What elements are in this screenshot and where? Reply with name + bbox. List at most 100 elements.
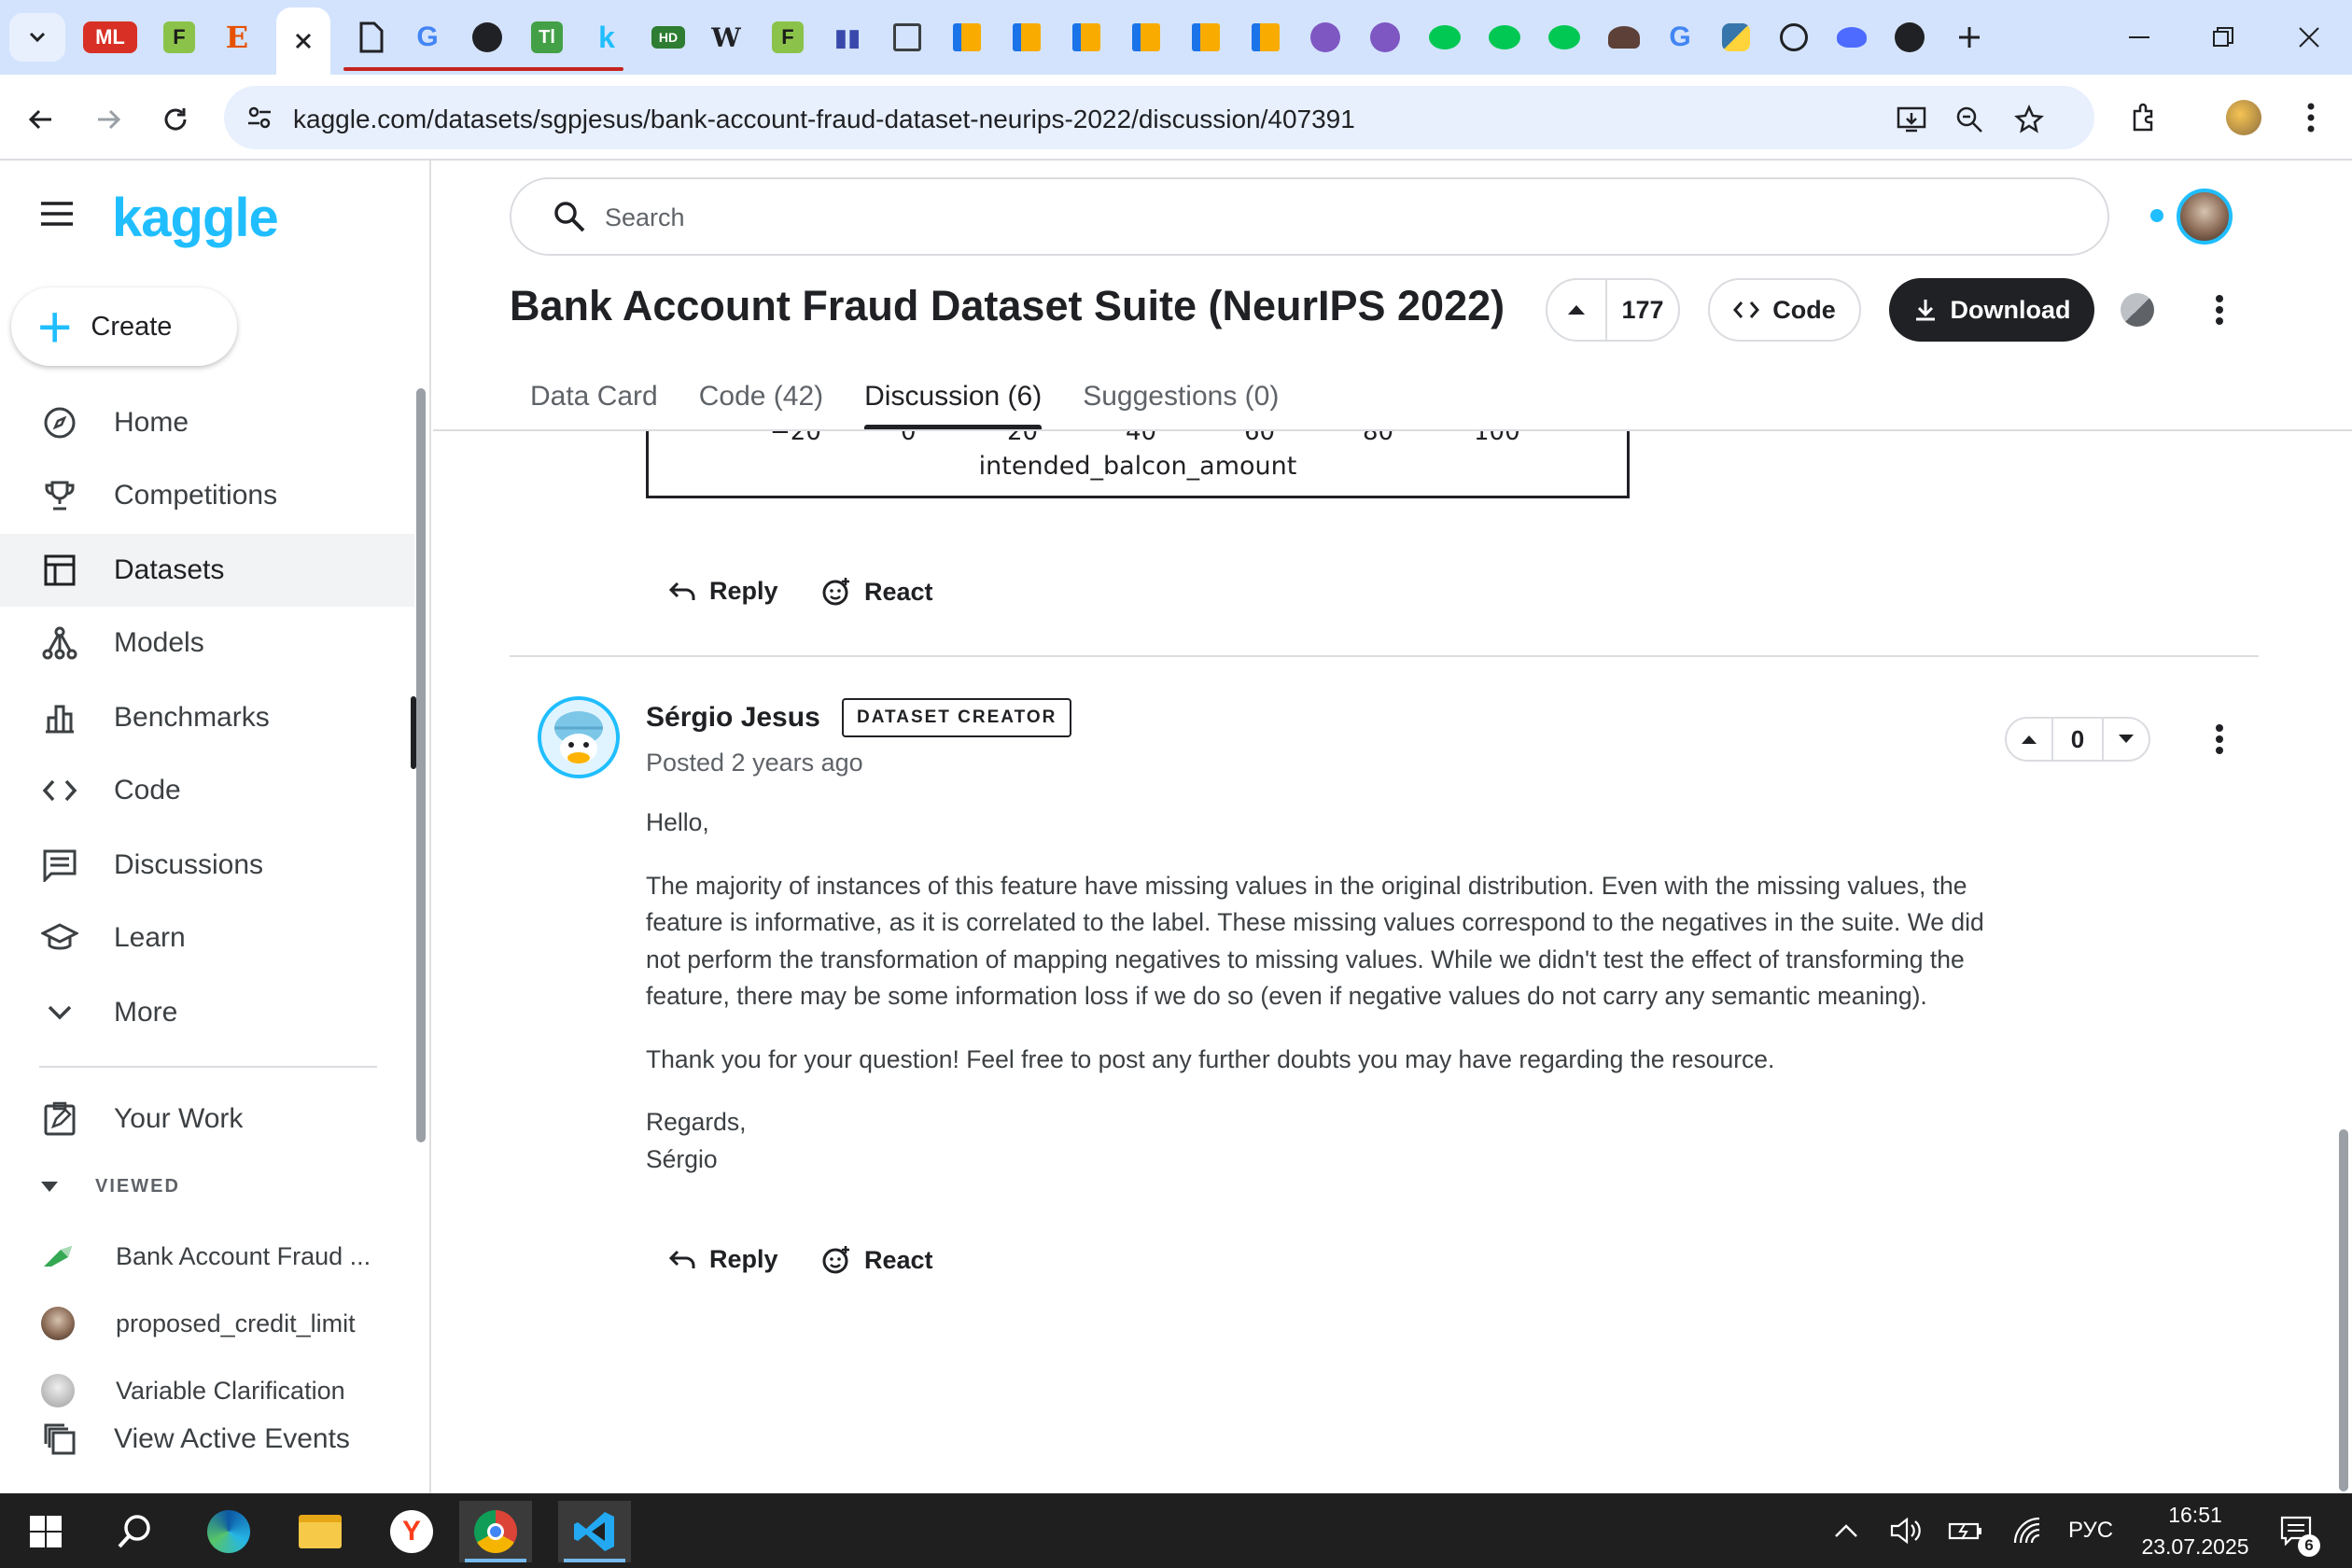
tab-favicon-f-green-2[interactable]: F xyxy=(767,17,808,58)
tab-favicon-whale[interactable] xyxy=(1831,17,1872,58)
tab-code[interactable]: Code (42) xyxy=(679,364,844,429)
nav-item-benchmarks[interactable]: Benchmarks xyxy=(0,681,414,754)
tab-favicon-chart-5[interactable] xyxy=(1185,17,1226,58)
comment-more-menu-button[interactable] xyxy=(2201,719,2238,760)
tab-suggestions[interactable]: Suggestions (0) xyxy=(1062,364,1299,429)
comment-author-name[interactable]: Sérgio Jesus xyxy=(646,702,820,734)
tab-favicon-chart-3[interactable] xyxy=(1066,17,1107,58)
kaggle-logo[interactable]: kaggle xyxy=(112,187,279,249)
nav-item-home[interactable]: Home xyxy=(0,386,414,459)
tab-favicon-chart-2[interactable] xyxy=(1006,17,1047,58)
menu-toggle-button[interactable] xyxy=(41,202,73,231)
input-language-indicator[interactable]: РУС xyxy=(2063,1512,2119,1549)
viewed-item-variable-clarification[interactable]: Variable Clarification xyxy=(41,1368,345,1413)
extensions-icon[interactable] xyxy=(2122,95,2167,140)
tab-favicon-f-green[interactable]: F xyxy=(159,17,200,58)
tab-data-card[interactable]: Data Card xyxy=(510,364,679,429)
back-button[interactable] xyxy=(19,97,63,142)
tab-favicon-kaggle[interactable]: k xyxy=(586,17,627,58)
tab-favicon-e[interactable]: E xyxy=(217,17,258,58)
tab-favicon-table[interactable] xyxy=(887,17,928,58)
author-avatar[interactable] xyxy=(538,696,620,778)
nav-item-your-work[interactable]: Your Work xyxy=(0,1083,414,1155)
new-tab-button[interactable] xyxy=(1949,17,1990,58)
reply-button[interactable]: Reply xyxy=(668,1245,778,1274)
tab-discussion[interactable]: Discussion (6) xyxy=(844,364,1062,429)
taskbar-yandex[interactable]: Y xyxy=(375,1501,448,1562)
code-button[interactable]: Code xyxy=(1708,278,1861,342)
tab-favicon-openai[interactable] xyxy=(1773,17,1814,58)
tab-favicon-turtle[interactable] xyxy=(1603,17,1645,58)
clock-time[interactable]: 16:51 xyxy=(2139,1503,2251,1528)
nav-item-code[interactable]: Code xyxy=(0,754,414,827)
clock-date[interactable]: 23.07.2025 xyxy=(2130,1534,2261,1560)
tab-favicon-globe-2[interactable] xyxy=(1365,17,1406,58)
notification-center-button[interactable]: 6 xyxy=(2270,1512,2322,1557)
tab-favicon-globe-1[interactable] xyxy=(1305,17,1346,58)
install-app-icon[interactable] xyxy=(1893,101,1930,138)
taskbar-file-explorer[interactable] xyxy=(284,1501,357,1562)
create-button[interactable]: + Create xyxy=(11,287,237,366)
close-window-button[interactable] xyxy=(2281,13,2337,62)
minimize-button[interactable] xyxy=(2111,13,2167,62)
tab-favicon-google-2[interactable]: G xyxy=(1659,17,1701,58)
tab-favicon-owl-2[interactable] xyxy=(1484,17,1525,58)
tab-favicon-tl[interactable]: Tl xyxy=(526,17,567,58)
start-button[interactable] xyxy=(9,1501,82,1562)
page-scrollbar[interactable] xyxy=(2339,1129,2348,1491)
taskbar-chrome[interactable] xyxy=(459,1501,532,1562)
site-settings-icon[interactable] xyxy=(245,103,274,137)
volume-button[interactable] xyxy=(1887,1512,1925,1549)
nav-item-models[interactable]: Models xyxy=(0,607,414,679)
active-browser-tab[interactable] xyxy=(276,7,330,75)
nav-item-more[interactable]: More xyxy=(0,976,414,1049)
comment-upvote-button[interactable] xyxy=(2007,719,2053,760)
bookmark-star-icon[interactable] xyxy=(2010,101,2048,138)
viewed-section-toggle[interactable]: VIEWED xyxy=(41,1176,180,1197)
react-button[interactable]: React xyxy=(821,577,933,607)
viewed-item-bank-account-fraud[interactable]: Bank Account Fraud ... xyxy=(41,1234,371,1279)
profile-avatar[interactable] xyxy=(2221,95,2266,140)
browser-menu-button[interactable] xyxy=(2289,95,2333,140)
tab-favicon-document[interactable] xyxy=(351,17,392,58)
forward-button[interactable] xyxy=(86,97,131,142)
url-text[interactable]: kaggle.com/datasets/sgpjesus/bank-accoun… xyxy=(293,105,1355,134)
tab-favicon-github-2[interactable] xyxy=(1889,17,1930,58)
reply-button[interactable]: Reply xyxy=(668,577,778,606)
nav-item-learn[interactable]: Learn xyxy=(0,902,414,974)
zoom-icon[interactable] xyxy=(1951,101,1988,138)
user-avatar[interactable] xyxy=(2177,189,2233,245)
sidebar-scrollbar[interactable] xyxy=(416,388,426,1142)
tab-favicon-wikipedia[interactable]: W xyxy=(706,17,747,58)
site-search-input[interactable]: Search xyxy=(510,177,2109,256)
download-button[interactable]: Download xyxy=(1889,278,2094,342)
dark-mode-toggle-icon[interactable] xyxy=(2121,293,2154,327)
tab-favicon-chart-6[interactable] xyxy=(1245,17,1286,58)
reload-button[interactable] xyxy=(153,97,198,142)
tab-favicon-ml[interactable]: ML xyxy=(82,17,138,58)
address-bar[interactable]: kaggle.com/datasets/sgpjesus/bank-accoun… xyxy=(224,86,2094,149)
battery-button[interactable] xyxy=(1945,1512,1986,1549)
tab-favicon-github[interactable] xyxy=(467,17,508,58)
nav-item-datasets[interactable]: Datasets xyxy=(0,534,414,607)
tab-favicon-bars[interactable]: ▮▮ xyxy=(827,17,868,58)
taskbar-search-button[interactable] xyxy=(99,1501,172,1562)
tab-favicon-chart-1[interactable] xyxy=(946,17,987,58)
tab-favicon-python[interactable] xyxy=(1715,17,1757,58)
tab-favicon-owl-3[interactable] xyxy=(1544,17,1585,58)
nav-item-view-active-events[interactable]: View Active Events xyxy=(0,1409,414,1469)
taskbar-edge[interactable] xyxy=(192,1501,265,1562)
network-button[interactable] xyxy=(2009,1512,2046,1549)
restore-button[interactable] xyxy=(2195,13,2251,62)
dataset-more-menu-button[interactable] xyxy=(2201,289,2238,330)
taskbar-vscode[interactable] xyxy=(558,1501,631,1562)
comment-downvote-button[interactable] xyxy=(2102,719,2149,760)
tab-favicon-owl-1[interactable] xyxy=(1424,17,1465,58)
notification-dot[interactable] xyxy=(2150,209,2163,222)
tray-overflow-button[interactable] xyxy=(1827,1512,1865,1549)
nav-item-discussions[interactable]: Discussions xyxy=(0,829,414,902)
react-button[interactable]: React xyxy=(821,1245,933,1275)
viewed-item-proposed-credit-limit[interactable]: proposed_credit_limit xyxy=(41,1301,356,1346)
upvote-button[interactable] xyxy=(1547,280,1607,340)
nav-item-competitions[interactable]: Competitions xyxy=(0,459,414,532)
